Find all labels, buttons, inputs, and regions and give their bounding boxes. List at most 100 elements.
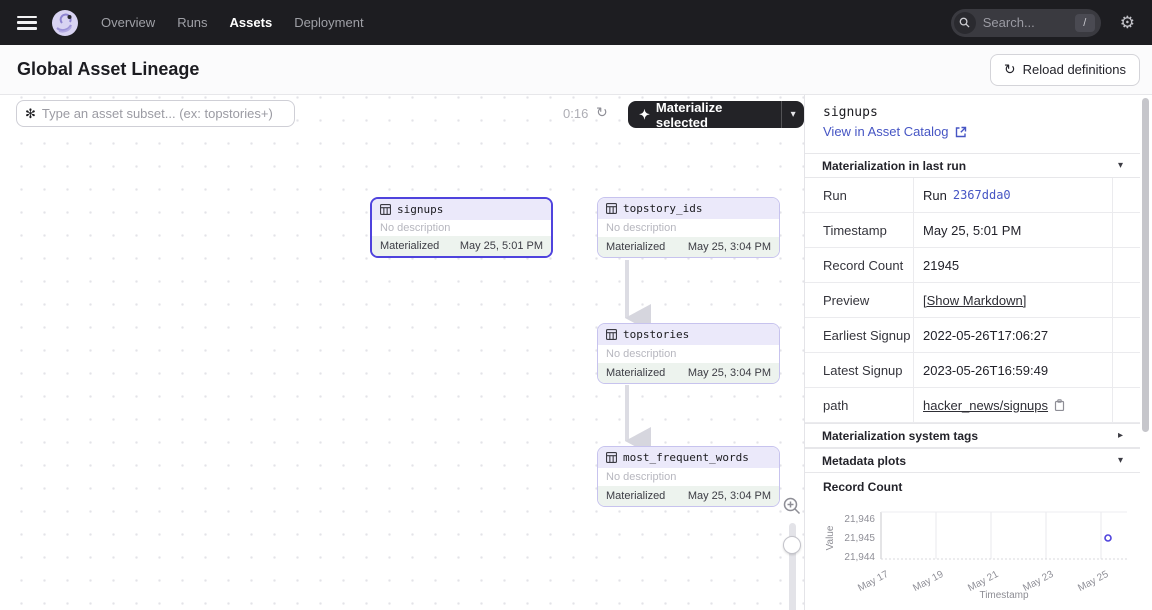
table-icon: [606, 452, 617, 463]
x-axis-label: Timestamp: [979, 590, 1029, 601]
external-link-icon: [955, 126, 967, 138]
asset-node-header: topstory_ids: [598, 198, 779, 219]
run-id-link[interactable]: 2367dda0: [953, 188, 1011, 202]
refresh-icon[interactable]: ↻: [596, 104, 608, 121]
table-row-run: Run Run 2367dda0: [805, 178, 1140, 213]
asset-node-description: No description: [372, 220, 551, 236]
copy-clipboard-icon[interactable]: [1054, 399, 1065, 411]
materialize-main[interactable]: ✦ Materialize selected: [628, 101, 781, 128]
asset-node-description: No description: [598, 468, 779, 486]
nav-link-deployment[interactable]: Deployment: [294, 15, 363, 30]
row-label: path: [805, 388, 913, 422]
y-tick: 21,944: [844, 552, 875, 563]
status-label: Materialized: [380, 240, 439, 252]
dagster-logo-icon[interactable]: [51, 9, 79, 37]
global-search[interactable]: /: [951, 9, 1101, 37]
sidebar-scrollbar[interactable]: [1142, 98, 1149, 432]
row-spacer: [1112, 318, 1140, 352]
catalog-link-label: View in Asset Catalog: [823, 124, 949, 139]
asset-node-status-row: Materialized May 25, 3:04 PM: [598, 486, 779, 506]
asset-node-status-row: Materialized May 25, 3:04 PM: [598, 237, 779, 257]
top-nav: Overview Runs Assets Deployment / ⚙: [0, 0, 1152, 45]
asset-filter-icon: ✻: [25, 106, 36, 122]
row-spacer: [1112, 353, 1140, 387]
asset-details-panel: signups View in Asset Catalog Materializ…: [805, 95, 1140, 610]
search-input[interactable]: [983, 15, 1075, 30]
x-tick: May 19: [911, 569, 946, 594]
chevron-right-icon: ▸: [1118, 430, 1123, 441]
zoom-in-icon[interactable]: [782, 496, 802, 516]
nav-link-overview[interactable]: Overview: [101, 15, 155, 30]
row-spacer: [1112, 283, 1140, 317]
path-link[interactable]: hacker_news/signups: [923, 398, 1048, 413]
asset-node-status-row: Materialized May 25, 5:01 PM: [372, 236, 551, 256]
asset-node-status-row: Materialized May 25, 3:04 PM: [598, 363, 779, 383]
status-time: May 25, 3:04 PM: [688, 490, 771, 502]
materialize-selected-button[interactable]: ✦ Materialize selected ▾: [628, 101, 804, 128]
row-label: Latest Signup: [805, 353, 913, 387]
asset-graph-canvas[interactable]: ✻ 0:16 ↻ ✦ Materialize selected ▾ signup…: [0, 95, 805, 610]
asset-subset-filter[interactable]: ✻: [16, 100, 295, 127]
chevron-down-icon: ▾: [1118, 160, 1123, 171]
page-header: Global Asset Lineage ↻ Reload definition…: [0, 45, 1152, 95]
row-spacer: [1112, 388, 1140, 422]
section-materialization-system-tags[interactable]: Materialization system tags ▸: [805, 423, 1140, 448]
x-tick: May 25: [1076, 569, 1111, 594]
asset-node-most_frequent_words[interactable]: most_frequent_words No description Mater…: [597, 446, 780, 507]
row-label: Preview: [805, 283, 913, 317]
status-time: May 25, 3:04 PM: [688, 367, 771, 379]
gear-icon[interactable]: ⚙: [1120, 14, 1135, 31]
view-in-asset-catalog-link[interactable]: View in Asset Catalog: [823, 124, 967, 139]
section-metadata-plots[interactable]: Metadata plots ▾: [805, 448, 1140, 473]
nav-link-assets[interactable]: Assets: [230, 15, 273, 30]
show-markdown-link[interactable]: [Show Markdown]: [923, 293, 1026, 308]
row-label: Run: [805, 178, 913, 212]
x-tick: May 17: [856, 569, 891, 594]
table-icon: [380, 204, 391, 215]
row-spacer: [1112, 213, 1140, 247]
menu-icon[interactable]: [17, 16, 37, 30]
table-row-path: path hacker_news/signups: [805, 388, 1140, 423]
table-row-preview: Preview [Show Markdown]: [805, 283, 1140, 318]
nav-links: Overview Runs Assets Deployment: [101, 15, 364, 30]
nav-link-runs[interactable]: Runs: [177, 15, 207, 30]
asset-node-description: No description: [598, 219, 779, 237]
search-icon: [954, 12, 976, 34]
materialize-dropdown-caret[interactable]: ▾: [781, 101, 804, 128]
table-icon: [606, 203, 617, 214]
page-title: Global Asset Lineage: [17, 59, 199, 80]
data-point[interactable]: [1105, 535, 1111, 541]
table-row-earliest-signup: Earliest Signup 2022-05-26T17:06:27: [805, 318, 1140, 353]
asset-subset-input[interactable]: [42, 106, 286, 121]
row-spacer: [1112, 248, 1140, 282]
row-value: 21945: [913, 248, 1112, 282]
chevron-down-icon: ▾: [1118, 455, 1123, 466]
nav-right: / ⚙: [951, 9, 1152, 37]
asset-node-header: signups: [372, 199, 551, 220]
asset-node-topstory_ids[interactable]: topstory_ids No description Materialized…: [597, 197, 780, 258]
row-label: Record Count: [805, 248, 913, 282]
reload-definitions-button[interactable]: ↻ Reload definitions: [990, 54, 1140, 86]
status-label: Materialized: [606, 241, 665, 253]
status-time: May 25, 5:01 PM: [460, 240, 543, 252]
asset-node-signups[interactable]: signups No description Materialized May …: [370, 197, 553, 258]
y-tick: 21,946: [844, 514, 875, 525]
asset-node-topstories[interactable]: topstories No description Materialized M…: [597, 323, 780, 384]
zoom-slider-handle[interactable]: [783, 536, 801, 554]
last-run-metadata-table: Run Run 2367dda0 Timestamp May 25, 5:01 …: [805, 178, 1140, 423]
asset-node-name: most_frequent_words: [623, 451, 749, 464]
search-shortcut-badge: /: [1075, 14, 1095, 32]
asset-node-description: No description: [598, 345, 779, 363]
selected-asset-name: signups: [823, 105, 878, 120]
status-label: Materialized: [606, 367, 665, 379]
asset-node-name: topstories: [623, 328, 689, 341]
y-tick: 21,945: [844, 533, 875, 544]
status-time: May 25, 3:04 PM: [688, 241, 771, 253]
table-row-record-count: Record Count 21945: [805, 248, 1140, 283]
asset-node-name: topstory_ids: [623, 202, 702, 215]
section-materialization-in-last-run[interactable]: Materialization in last run ▾: [805, 153, 1140, 178]
refresh-timer: 0:16: [563, 106, 588, 121]
row-label: Timestamp: [805, 213, 913, 247]
record-count-chart: 21,946 21,945 21,944 Value May 17 May 19…: [805, 498, 1140, 610]
y-axis-label: Value: [825, 525, 836, 550]
